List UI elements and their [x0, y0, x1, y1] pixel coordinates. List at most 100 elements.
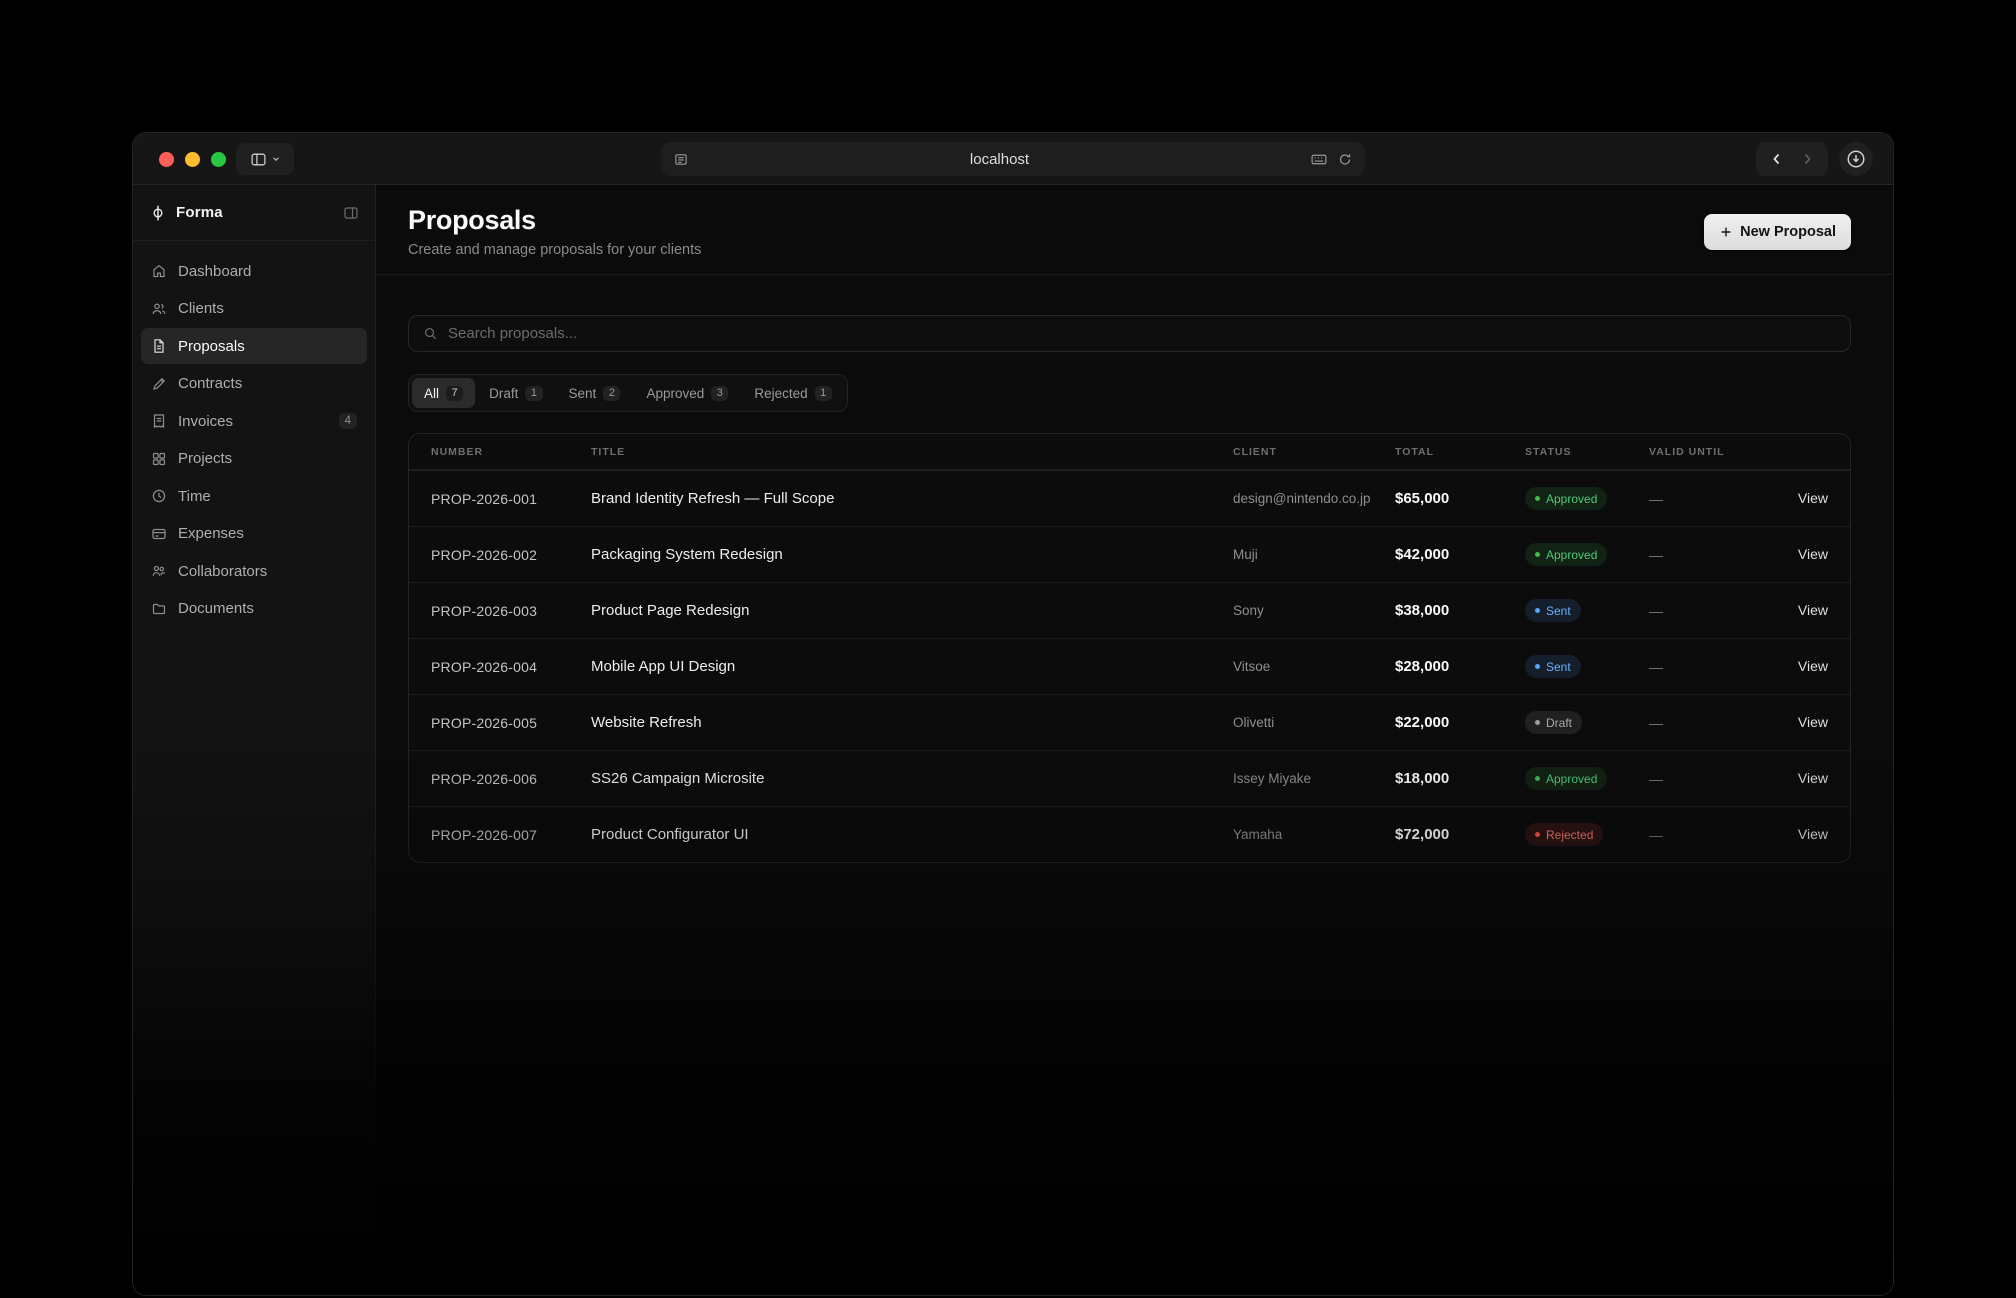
sidebar-item-documents[interactable]: Documents: [141, 591, 367, 627]
zoom-window-button[interactable]: [211, 152, 226, 167]
proposal-total: $28,000: [1395, 658, 1525, 675]
sidebar-item-contracts[interactable]: Contracts: [141, 366, 367, 402]
proposal-total: $42,000: [1395, 546, 1525, 563]
sidebar-item-collaborators[interactable]: Collaborators: [141, 553, 367, 589]
sidebar-item-label: Dashboard: [178, 263, 357, 280]
status-dot-icon: [1535, 720, 1540, 725]
browser-sidebar-toggle[interactable]: [236, 143, 294, 175]
page-title: Proposals: [408, 205, 701, 236]
filter-tab-draft[interactable]: Draft 1: [477, 378, 554, 408]
sidebar-item-clients[interactable]: Clients: [141, 291, 367, 327]
filter-tab-all[interactable]: All 7: [412, 378, 475, 408]
proposal-row[interactable]: PROP-2026-005 Website Refresh Olivetti $…: [409, 694, 1850, 750]
proposal-title: Product Page Redesign: [591, 602, 1233, 619]
history-nav: [1756, 142, 1828, 176]
filter-tabs: All 7 Draft 1 Sent 2: [408, 374, 848, 412]
sidebar-item-label: Proposals: [178, 338, 357, 355]
window-controls: [159, 133, 226, 185]
view-link[interactable]: View: [1798, 826, 1828, 842]
sidebar-item-dashboard[interactable]: Dashboard: [141, 253, 367, 289]
view-link[interactable]: View: [1798, 490, 1828, 506]
proposal-client: Muji: [1233, 547, 1395, 562]
proposal-valid-until: —: [1649, 827, 1769, 843]
proposal-row[interactable]: PROP-2026-003 Product Page Redesign Sony…: [409, 582, 1850, 638]
new-proposal-button[interactable]: New Proposal: [1704, 214, 1851, 250]
search-bar: [408, 315, 1851, 352]
status-dot-icon: [1535, 776, 1540, 781]
filter-tab-approved[interactable]: Approved 3: [634, 378, 740, 408]
autofill-icon[interactable]: [1311, 151, 1328, 168]
desktop-background: localhost: [0, 0, 2016, 1298]
proposal-title: Packaging System Redesign: [591, 546, 1233, 563]
status-badge: Sent: [1525, 655, 1581, 678]
forward-button[interactable]: [1799, 151, 1815, 167]
invoices-count-badge: 4: [339, 413, 357, 429]
search-input[interactable]: [448, 325, 1836, 342]
filter-tab-sent[interactable]: Sent 2: [557, 378, 633, 408]
proposal-row[interactable]: PROP-2026-006 SS26 Campaign Microsite Is…: [409, 750, 1850, 806]
close-window-button[interactable]: [159, 152, 174, 167]
proposal-row[interactable]: PROP-2026-007 Product Configurator UI Ya…: [409, 806, 1850, 862]
proposal-client: Olivetti: [1233, 715, 1395, 730]
status-badge: Sent: [1525, 599, 1581, 622]
proposal-client: Yamaha: [1233, 827, 1395, 842]
view-link[interactable]: View: [1798, 546, 1828, 562]
folder-icon: [151, 601, 167, 617]
proposals-table: Number Title Client Total Status Valid u…: [408, 433, 1851, 863]
view-link[interactable]: View: [1798, 658, 1828, 674]
filter-tab-count: 2: [603, 386, 620, 401]
brand-row: Forma: [133, 185, 375, 241]
view-link[interactable]: View: [1798, 714, 1828, 730]
sidebar-item-invoices[interactable]: Invoices 4: [141, 403, 367, 439]
view-link[interactable]: View: [1798, 770, 1828, 786]
column-header-status: Status: [1525, 446, 1649, 458]
proposal-row[interactable]: PROP-2026-001 Brand Identity Refresh — F…: [409, 470, 1850, 526]
status-label: Rejected: [1546, 828, 1593, 842]
grid-icon: [151, 451, 167, 467]
proposal-valid-until: —: [1649, 491, 1769, 507]
sidebar-item-label: Expenses: [178, 525, 357, 542]
proposal-title: SS26 Campaign Microsite: [591, 770, 1233, 787]
view-link[interactable]: View: [1798, 602, 1828, 618]
status-badge: Draft: [1525, 711, 1582, 734]
proposal-valid-until: —: [1649, 603, 1769, 619]
proposal-number: PROP-2026-003: [431, 603, 591, 619]
proposal-row[interactable]: PROP-2026-004 Mobile App UI Design Vitso…: [409, 638, 1850, 694]
sidebar-item-proposals[interactable]: Proposals: [141, 328, 367, 364]
column-header-title: Title: [591, 446, 1233, 458]
filter-tab-label: All: [424, 386, 439, 401]
proposal-valid-until: —: [1649, 659, 1769, 675]
address-bar[interactable]: localhost: [662, 142, 1365, 176]
filter-tab-count: 3: [711, 386, 728, 401]
status-dot-icon: [1535, 552, 1540, 557]
back-button[interactable]: [1769, 151, 1785, 167]
filter-tab-count: 1: [525, 386, 542, 401]
downloads-button[interactable]: [1839, 142, 1873, 176]
sidebar-collapse-button[interactable]: [343, 205, 359, 221]
reload-icon[interactable]: [1338, 152, 1353, 167]
page-subtitle: Create and manage proposals for your cli…: [408, 242, 701, 258]
sidebar-item-label: Time: [178, 488, 357, 505]
proposal-client: Issey Miyake: [1233, 771, 1395, 786]
status-badge: Approved: [1525, 487, 1607, 510]
filter-tab-label: Rejected: [754, 386, 807, 401]
minimize-window-button[interactable]: [185, 152, 200, 167]
sidebar-item-expenses[interactable]: Expenses: [141, 516, 367, 552]
filter-tab-rejected[interactable]: Rejected 1: [742, 378, 843, 408]
sidebar-item-label: Clients: [178, 300, 357, 317]
file-text-icon: [151, 338, 167, 354]
card-icon: [151, 526, 167, 542]
chevron-down-icon: [271, 154, 281, 164]
proposal-row[interactable]: PROP-2026-002 Packaging System Redesign …: [409, 526, 1850, 582]
plus-icon: [1719, 225, 1733, 239]
status-dot-icon: [1535, 832, 1540, 837]
users-icon: [151, 301, 167, 317]
sidebar-item-projects[interactable]: Projects: [141, 441, 367, 477]
sidebar-item-time[interactable]: Time: [141, 478, 367, 514]
sidebar-item-label: Contracts: [178, 375, 357, 392]
sidebar: Forma Dashboard Clients: [133, 185, 376, 1296]
proposal-number: PROP-2026-007: [431, 827, 591, 843]
browser-toolbar: localhost: [133, 133, 1893, 185]
receipt-icon: [151, 413, 167, 429]
column-header-valid-until: Valid until: [1649, 446, 1769, 458]
